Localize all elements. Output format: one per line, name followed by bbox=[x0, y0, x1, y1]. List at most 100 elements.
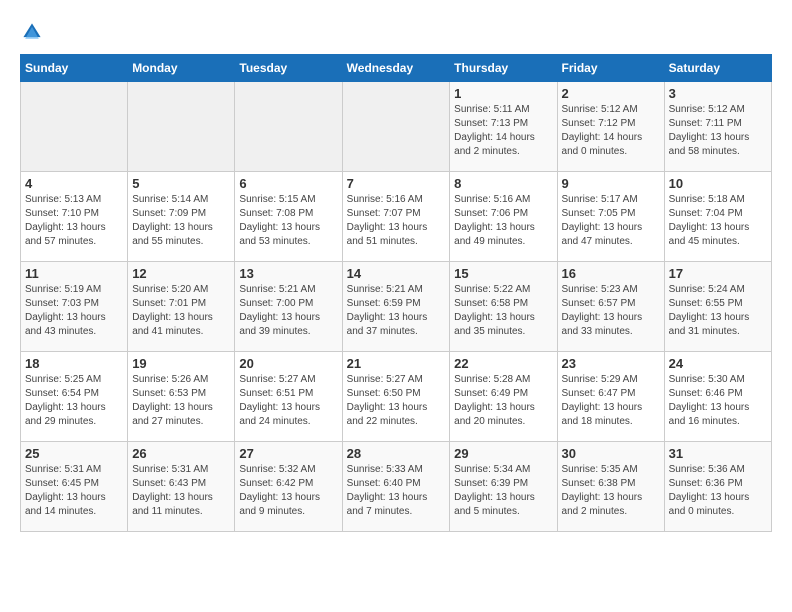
day-number: 24 bbox=[669, 356, 767, 371]
day-detail: Sunrise: 5:28 AMSunset: 6:49 PMDaylight:… bbox=[454, 373, 552, 429]
day-number: 6 bbox=[239, 176, 337, 191]
page-header bbox=[20, 20, 772, 44]
calendar-cell bbox=[128, 82, 235, 172]
day-detail: Sunrise: 5:24 AMSunset: 6:55 PMDaylight:… bbox=[669, 283, 767, 339]
column-header-friday: Friday bbox=[557, 55, 664, 82]
column-header-monday: Monday bbox=[128, 55, 235, 82]
day-detail: Sunrise: 5:22 AMSunset: 6:58 PMDaylight:… bbox=[454, 283, 552, 339]
day-detail: Sunrise: 5:26 AMSunset: 6:53 PMDaylight:… bbox=[132, 373, 230, 429]
day-number: 27 bbox=[239, 446, 337, 461]
day-detail: Sunrise: 5:32 AMSunset: 6:42 PMDaylight:… bbox=[239, 463, 337, 519]
day-detail: Sunrise: 5:16 AMSunset: 7:06 PMDaylight:… bbox=[454, 193, 552, 249]
day-detail: Sunrise: 5:12 AMSunset: 7:12 PMDaylight:… bbox=[562, 103, 660, 159]
calendar-cell: 9 Sunrise: 5:17 AMSunset: 7:05 PMDaylight… bbox=[557, 172, 664, 262]
day-detail: Sunrise: 5:21 AMSunset: 7:00 PMDaylight:… bbox=[239, 283, 337, 339]
day-detail: Sunrise: 5:27 AMSunset: 6:51 PMDaylight:… bbox=[239, 373, 337, 429]
calendar-cell: 14 Sunrise: 5:21 AMSunset: 6:59 PMDayligh… bbox=[342, 262, 450, 352]
day-number: 4 bbox=[25, 176, 123, 191]
day-detail: Sunrise: 5:21 AMSunset: 6:59 PMDaylight:… bbox=[347, 283, 446, 339]
day-detail: Sunrise: 5:27 AMSunset: 6:50 PMDaylight:… bbox=[347, 373, 446, 429]
logo-icon bbox=[20, 20, 44, 44]
day-detail: Sunrise: 5:34 AMSunset: 6:39 PMDaylight:… bbox=[454, 463, 552, 519]
day-detail: Sunrise: 5:11 AMSunset: 7:13 PMDaylight:… bbox=[454, 103, 552, 159]
column-header-saturday: Saturday bbox=[664, 55, 771, 82]
calendar-cell: 25 Sunrise: 5:31 AMSunset: 6:45 PMDayligh… bbox=[21, 442, 128, 532]
calendar-cell: 26 Sunrise: 5:31 AMSunset: 6:43 PMDayligh… bbox=[128, 442, 235, 532]
calendar-cell: 15Sunrise: 5:22 AMSunset: 6:58 PMDayligh… bbox=[450, 262, 557, 352]
day-number: 21 bbox=[347, 356, 446, 371]
calendar-table: SundayMondayTuesdayWednesdayThursdayFrid… bbox=[20, 54, 772, 532]
calendar-cell: 3 Sunrise: 5:12 AMSunset: 7:11 PMDaylight… bbox=[664, 82, 771, 172]
calendar-cell: 27 Sunrise: 5:32 AMSunset: 6:42 PMDayligh… bbox=[235, 442, 342, 532]
day-number: 7 bbox=[347, 176, 446, 191]
column-header-wednesday: Wednesday bbox=[342, 55, 450, 82]
day-number: 14 bbox=[347, 266, 446, 281]
day-detail: Sunrise: 5:12 AMSunset: 7:11 PMDaylight:… bbox=[669, 103, 767, 159]
calendar-cell: 16Sunrise: 5:23 AMSunset: 6:57 PMDayligh… bbox=[557, 262, 664, 352]
calendar-cell: 7 Sunrise: 5:16 AMSunset: 7:07 PMDaylight… bbox=[342, 172, 450, 262]
day-detail: Sunrise: 5:13 AMSunset: 7:10 PMDaylight:… bbox=[25, 193, 123, 249]
calendar-week-3: 11Sunrise: 5:19 AMSunset: 7:03 PMDayligh… bbox=[21, 262, 772, 352]
day-number: 30 bbox=[562, 446, 660, 461]
calendar-cell: 1Sunrise: 5:11 AMSunset: 7:13 PMDaylight… bbox=[450, 82, 557, 172]
calendar-cell: 18 Sunrise: 5:25 AMSunset: 6:54 PMDayligh… bbox=[21, 352, 128, 442]
day-detail: Sunrise: 5:31 AMSunset: 6:45 PMDaylight:… bbox=[25, 463, 123, 519]
calendar-week-4: 18 Sunrise: 5:25 AMSunset: 6:54 PMDayligh… bbox=[21, 352, 772, 442]
day-detail: Sunrise: 5:18 AMSunset: 7:04 PMDaylight:… bbox=[669, 193, 767, 249]
calendar-cell: 22 Sunrise: 5:28 AMSunset: 6:49 PMDayligh… bbox=[450, 352, 557, 442]
day-detail: Sunrise: 5:14 AMSunset: 7:09 PMDaylight:… bbox=[132, 193, 230, 249]
day-number: 19 bbox=[132, 356, 230, 371]
day-number: 3 bbox=[669, 86, 767, 101]
day-number: 29 bbox=[454, 446, 552, 461]
calendar-cell: 12 Sunrise: 5:20 AMSunset: 7:01 PMDayligh… bbox=[128, 262, 235, 352]
column-header-sunday: Sunday bbox=[21, 55, 128, 82]
day-detail: Sunrise: 5:17 AMSunset: 7:05 PMDaylight:… bbox=[562, 193, 660, 249]
calendar-cell: 4 Sunrise: 5:13 AMSunset: 7:10 PMDaylight… bbox=[21, 172, 128, 262]
day-detail: Sunrise: 5:31 AMSunset: 6:43 PMDaylight:… bbox=[132, 463, 230, 519]
day-number: 23 bbox=[562, 356, 660, 371]
day-detail: Sunrise: 5:15 AMSunset: 7:08 PMDaylight:… bbox=[239, 193, 337, 249]
day-number: 9 bbox=[562, 176, 660, 191]
calendar-cell: 24Sunrise: 5:30 AMSunset: 6:46 PMDayligh… bbox=[664, 352, 771, 442]
calendar-cell: 29 Sunrise: 5:34 AMSunset: 6:39 PMDayligh… bbox=[450, 442, 557, 532]
calendar-cell: 30 Sunrise: 5:35 AMSunset: 6:38 PMDayligh… bbox=[557, 442, 664, 532]
day-number: 22 bbox=[454, 356, 552, 371]
day-number: 25 bbox=[25, 446, 123, 461]
calendar-cell: 31Sunrise: 5:36 AMSunset: 6:36 PMDayligh… bbox=[664, 442, 771, 532]
day-detail: Sunrise: 5:35 AMSunset: 6:38 PMDaylight:… bbox=[562, 463, 660, 519]
calendar-cell: 23 Sunrise: 5:29 AMSunset: 6:47 PMDayligh… bbox=[557, 352, 664, 442]
column-header-thursday: Thursday bbox=[450, 55, 557, 82]
day-detail: Sunrise: 5:20 AMSunset: 7:01 PMDaylight:… bbox=[132, 283, 230, 339]
calendar-header-row: SundayMondayTuesdayWednesdayThursdayFrid… bbox=[21, 55, 772, 82]
calendar-cell: 19 Sunrise: 5:26 AMSunset: 6:53 PMDayligh… bbox=[128, 352, 235, 442]
day-number: 31 bbox=[669, 446, 767, 461]
day-number: 18 bbox=[25, 356, 123, 371]
calendar-cell: 28Sunrise: 5:33 AMSunset: 6:40 PMDayligh… bbox=[342, 442, 450, 532]
calendar-cell: 11Sunrise: 5:19 AMSunset: 7:03 PMDayligh… bbox=[21, 262, 128, 352]
calendar-week-2: 4 Sunrise: 5:13 AMSunset: 7:10 PMDaylight… bbox=[21, 172, 772, 262]
day-number: 28 bbox=[347, 446, 446, 461]
day-detail: Sunrise: 5:25 AMSunset: 6:54 PMDaylight:… bbox=[25, 373, 123, 429]
calendar-cell: 20 Sunrise: 5:27 AMSunset: 6:51 PMDayligh… bbox=[235, 352, 342, 442]
logo bbox=[20, 20, 48, 44]
calendar-cell: 10 Sunrise: 5:18 AMSunset: 7:04 PMDayligh… bbox=[664, 172, 771, 262]
day-number: 20 bbox=[239, 356, 337, 371]
calendar-week-5: 25 Sunrise: 5:31 AMSunset: 6:45 PMDayligh… bbox=[21, 442, 772, 532]
column-header-tuesday: Tuesday bbox=[235, 55, 342, 82]
calendar-cell bbox=[342, 82, 450, 172]
day-number: 8 bbox=[454, 176, 552, 191]
day-detail: Sunrise: 5:16 AMSunset: 7:07 PMDaylight:… bbox=[347, 193, 446, 249]
day-number: 16 bbox=[562, 266, 660, 281]
day-number: 2 bbox=[562, 86, 660, 101]
calendar-cell: 5 Sunrise: 5:14 AMSunset: 7:09 PMDaylight… bbox=[128, 172, 235, 262]
day-number: 11 bbox=[25, 266, 123, 281]
calendar-cell bbox=[235, 82, 342, 172]
day-number: 26 bbox=[132, 446, 230, 461]
day-detail: Sunrise: 5:29 AMSunset: 6:47 PMDaylight:… bbox=[562, 373, 660, 429]
day-number: 12 bbox=[132, 266, 230, 281]
day-number: 13 bbox=[239, 266, 337, 281]
calendar-cell bbox=[21, 82, 128, 172]
calendar-cell: 2 Sunrise: 5:12 AMSunset: 7:12 PMDaylight… bbox=[557, 82, 664, 172]
day-number: 10 bbox=[669, 176, 767, 191]
day-number: 5 bbox=[132, 176, 230, 191]
